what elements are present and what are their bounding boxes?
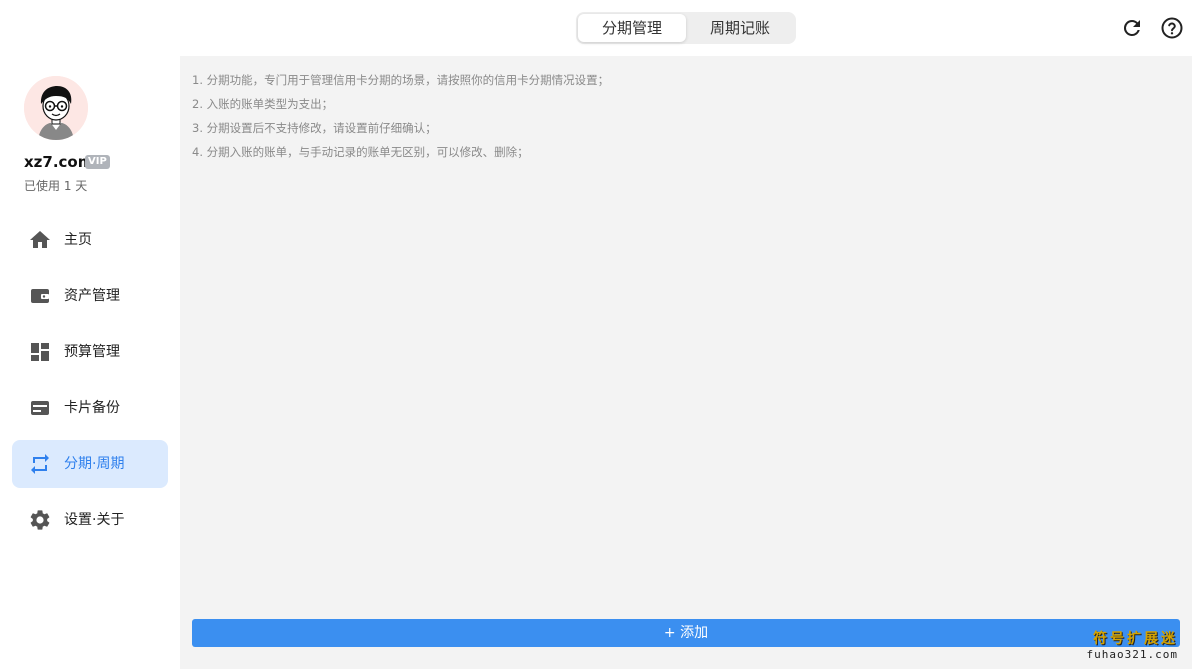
watermark-title: 符号扩展迷 [1093, 631, 1178, 647]
sidebar-item-label: 预算管理 [64, 344, 120, 360]
tab-installment[interactable]: 分期管理 [578, 14, 686, 42]
help-icon[interactable] [1160, 16, 1184, 40]
segmented-tabs: 分期管理 周期记账 [576, 12, 796, 44]
dashboard-icon [28, 340, 52, 364]
repeat-icon [28, 452, 52, 476]
sidebar-item-settings[interactable]: 设置·关于 [12, 496, 168, 544]
avatar[interactable] [24, 76, 88, 140]
sidebar-item-installment[interactable]: 分期·周期 [12, 440, 168, 488]
card-icon [28, 396, 52, 420]
sidebar-item-label: 分期·周期 [64, 456, 125, 472]
home-icon [28, 228, 52, 252]
gear-icon [28, 508, 52, 532]
sidebar-item-home[interactable]: 主页 [12, 216, 168, 264]
sidebar-item-label: 卡片备份 [64, 400, 120, 416]
tips-list: 1. 分期功能，专门用于管理信用卡分期的场景，请按照你的信用卡分期情况设置； 2… [192, 68, 609, 164]
tip-item: 1. 分期功能，专门用于管理信用卡分期的场景，请按照你的信用卡分期情况设置； [192, 73, 610, 87]
sidebar: xz7.com VIP 已使用 1 天 主页 资产管理 预算管理 卡片备份 分期… [0, 56, 180, 669]
tip-item: 3. 分期设置后不支持修改，请设置前仔细确认； [192, 121, 437, 135]
usage-days: 已使用 1 天 [24, 179, 88, 193]
sidebar-item-label: 主页 [64, 232, 92, 248]
add-button[interactable]: + 添加 [192, 619, 1180, 647]
sidebar-item-budget[interactable]: 预算管理 [12, 328, 168, 376]
sidebar-item-label: 设置·关于 [64, 512, 125, 528]
wallet-icon [28, 284, 52, 308]
sidebar-item-label: 资产管理 [64, 288, 120, 304]
sidebar-item-card-backup[interactable]: 卡片备份 [12, 384, 168, 432]
tip-item: 2. 入账的账单类型为支出； [192, 97, 334, 111]
vip-badge: VIP [85, 155, 110, 169]
sidebar-item-assets[interactable]: 资产管理 [12, 272, 168, 320]
top-bar: 分期管理 周期记账 [0, 0, 1192, 56]
watermark-url: fuhao321.com [1086, 648, 1178, 661]
tab-recurring[interactable]: 周期记账 [686, 14, 794, 42]
tip-item: 4. 分期入账的账单，与手动记录的账单无区别，可以修改、删除； [192, 145, 529, 159]
watermark: 符号扩展迷 fuhao321.com [1087, 628, 1178, 661]
main-panel: 1. 分期功能，专门用于管理信用卡分期的场景，请按照你的信用卡分期情况设置； 2… [180, 56, 1192, 669]
user-name: xz7.com [24, 153, 94, 171]
refresh-icon[interactable] [1120, 16, 1144, 40]
